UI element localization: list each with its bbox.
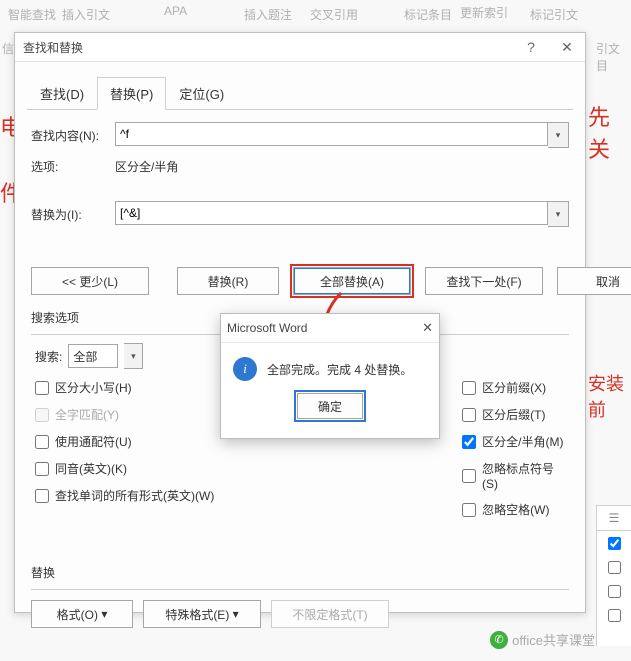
ribbon-fragment: 智能查找 [8, 6, 56, 23]
replace-label: 替换为(I): [31, 206, 115, 223]
ribbon-fragment: 标记引文 [530, 6, 578, 23]
ribbon-fragment: 更新索引 [460, 4, 508, 21]
format-button[interactable]: 格式(O) ▾ [31, 600, 133, 628]
help-button[interactable]: ? [513, 33, 549, 61]
replace-history-dropdown[interactable]: ▾ [548, 201, 569, 227]
find-input[interactable] [115, 122, 548, 146]
find-history-dropdown[interactable]: ▾ [548, 122, 569, 148]
chk-match-width[interactable]: 区分全/半角(M) [462, 433, 569, 450]
cancel-button[interactable]: 取消 [557, 267, 631, 295]
no-format-button: 不限定格式(T) [271, 600, 389, 628]
ribbon-fragment: 引文目 [596, 40, 631, 74]
side-chk-4[interactable] [608, 609, 621, 622]
tab-replace[interactable]: 替换(P) [97, 77, 166, 110]
side-panel-header-icon[interactable]: ☰ [597, 506, 631, 531]
chk-sounds-like[interactable]: 同音(英文)(K) [35, 460, 292, 477]
options-label: 选项: [31, 158, 115, 175]
dialog-titlebar: 查找和替换 ? ✕ [15, 33, 585, 62]
chk-ignore-space[interactable]: 忽略空格(W) [462, 501, 569, 518]
replace-section-title: 替换 [31, 564, 569, 581]
wechat-icon: ✆ [490, 631, 508, 649]
chk-match-suffix[interactable]: 区分后缀(T) [462, 406, 569, 423]
side-chk-1[interactable] [608, 537, 621, 550]
messagebox-text: 全部完成。完成 4 处替换。 [267, 361, 412, 378]
find-next-button[interactable]: 查找下一处(F) [425, 267, 543, 295]
bg-red-text: 先关 [588, 100, 631, 164]
side-chk-3[interactable] [608, 585, 621, 598]
replace-input[interactable] [115, 201, 548, 225]
dialog-title: 查找和替换 [15, 39, 513, 56]
less-button[interactable]: << 更少(L) [31, 267, 149, 295]
watermark: ✆ office共享课堂 [490, 630, 595, 649]
search-scope-dropdown[interactable]: ▾ [124, 343, 143, 369]
bg-red-text: 安装前 [588, 370, 631, 422]
search-scope-label: 搜索: [35, 348, 62, 365]
options-value: 区分全/半角 [115, 158, 178, 175]
ok-button[interactable]: 确定 [297, 393, 363, 419]
chk-ignore-punct[interactable]: 忽略标点符号(S) [462, 460, 569, 491]
ribbon-fragment: 交叉引用 [310, 6, 358, 23]
dialog-tabs: 查找(D) 替换(P) 定位(G) [27, 76, 573, 110]
ribbon-fragment: 标记条目 [404, 6, 452, 23]
search-scope-value: 全部 [68, 344, 118, 368]
side-chk-2[interactable] [608, 561, 621, 574]
messagebox: Microsoft Word ✕ i 全部完成。完成 4 处替换。 确定 [220, 313, 440, 439]
ribbon-fragment: 插入引文 [62, 6, 110, 23]
messagebox-close-button[interactable]: ✕ [422, 320, 433, 336]
replace-all-button[interactable]: 全部替换(A) [293, 267, 411, 295]
info-icon: i [233, 357, 257, 381]
tab-goto[interactable]: 定位(G) [166, 77, 237, 110]
close-button[interactable]: ✕ [549, 33, 585, 61]
tab-find[interactable]: 查找(D) [27, 77, 97, 110]
side-panel-fragment: ☰ [596, 505, 631, 646]
messagebox-title: Microsoft Word [227, 321, 307, 335]
special-format-button[interactable]: 特殊格式(E) ▾ [143, 600, 261, 628]
find-label: 查找内容(N): [31, 127, 115, 144]
chk-all-word-forms[interactable]: 查找单词的所有形式(英文)(W) [35, 487, 292, 504]
ribbon-fragment: 插入题注 [244, 6, 292, 23]
replace-button[interactable]: 替换(R) [177, 267, 279, 295]
chk-match-prefix[interactable]: 区分前缀(X) [462, 379, 569, 396]
ribbon-fragment: APA [164, 4, 187, 18]
